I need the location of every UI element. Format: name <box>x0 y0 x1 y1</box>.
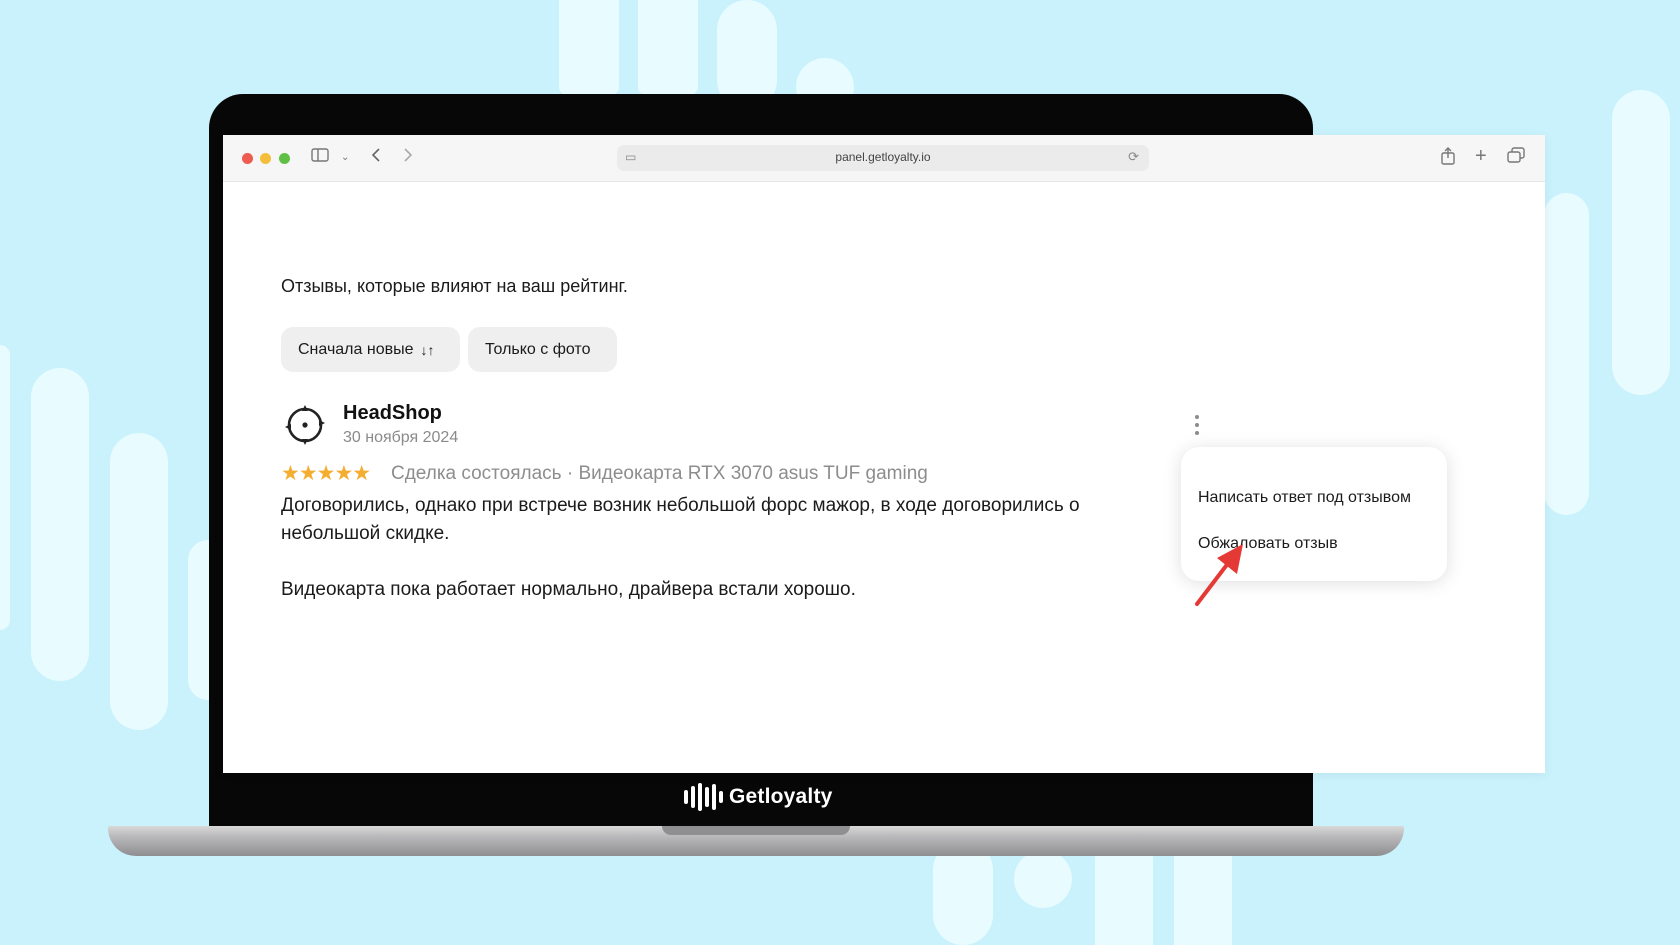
forward-button[interactable] <box>403 147 413 169</box>
red-arrow-icon <box>1195 544 1243 606</box>
decor-bar <box>31 368 89 681</box>
reload-icon[interactable]: ⟳ <box>1128 149 1139 165</box>
avatar <box>282 402 328 448</box>
page-subtitle: Отзывы, которые влияют на ваш рейтинг. <box>281 276 628 296</box>
decor-bar <box>1544 193 1589 515</box>
more-options-icon[interactable] <box>1191 415 1203 435</box>
new-tab-icon[interactable]: + <box>1475 145 1487 167</box>
browser-toolbar: ⌄ ▭ panel.getloyalty.io ⟳ + <box>223 135 1545 182</box>
laptop-notch <box>662 826 850 835</box>
share-icon[interactable] <box>1441 147 1455 172</box>
review-deal-info: Сделка состоялась · Видеокарта RTX 3070 … <box>391 463 928 484</box>
sort-newest-button[interactable]: Сначала новые ↓↑ <box>281 327 460 372</box>
review-paragraph: Видеокарта пока работает нормально, драй… <box>281 579 856 600</box>
decor-bar <box>1174 850 1232 945</box>
close-window-button[interactable] <box>242 153 253 164</box>
rating-stars: ★★★★★ <box>281 462 371 485</box>
url-text: panel.getloyalty.io <box>835 150 931 164</box>
sort-label: Сначала новые <box>298 340 414 358</box>
review-paragraph: Договорились, однако при встрече возник … <box>281 495 1080 544</box>
sidebar-icon[interactable] <box>311 147 329 169</box>
decor-bar <box>1095 850 1153 945</box>
menu-item-reply[interactable]: Написать ответ под отзывом <box>1198 489 1411 507</box>
tabs-overview-icon[interactable] <box>1507 147 1525 170</box>
review-text: Договорились, однако при встрече возник … <box>281 492 1141 632</box>
decor-bar <box>638 0 698 95</box>
brand-logo: Getloyalty <box>684 782 833 812</box>
minimize-window-button[interactable] <box>260 153 271 164</box>
back-button[interactable] <box>371 147 381 169</box>
only-photo-button[interactable]: Только с фото <box>468 327 617 372</box>
decor-bar <box>0 345 10 630</box>
soundwave-icon <box>684 782 723 812</box>
only-photo-label: Только с фото <box>485 340 591 358</box>
review-author[interactable]: HeadShop <box>343 402 442 425</box>
browser-window: ⌄ ▭ panel.getloyalty.io ⟳ + Отзывы, кото… <box>223 135 1545 773</box>
decor-bar <box>110 433 168 730</box>
decor-circle <box>1014 850 1072 908</box>
chevron-down-icon[interactable]: ⌄ <box>341 147 349 169</box>
review-date: 30 ноября 2024 <box>343 429 459 446</box>
decor-bar <box>559 0 619 95</box>
brand-name: Getloyalty <box>729 785 833 808</box>
decor-bar <box>1612 90 1670 395</box>
maximize-window-button[interactable] <box>279 153 290 164</box>
sort-arrows-icon: ↓↑ <box>420 341 435 358</box>
address-bar[interactable]: ▭ panel.getloyalty.io ⟳ <box>617 145 1149 171</box>
